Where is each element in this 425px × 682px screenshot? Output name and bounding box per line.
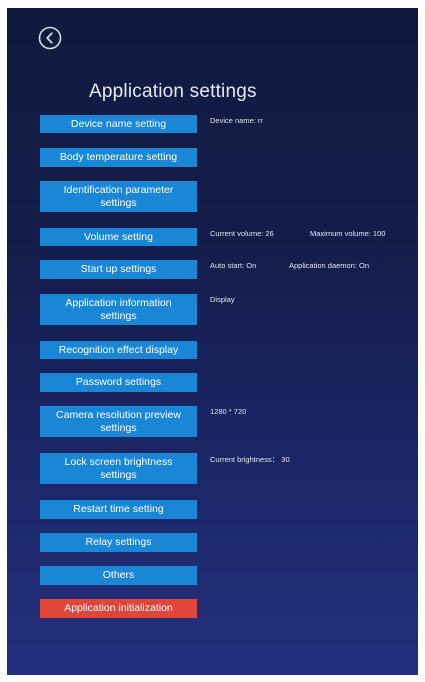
device-name-value: Device name: rr — [210, 116, 263, 125]
application-daemon-status: Application daemon: On — [289, 261, 370, 270]
start-up-settings-button[interactable]: Start up settings — [40, 260, 197, 279]
lock-screen-brightness-settings-button[interactable]: Lock screen brightness settings — [40, 453, 197, 484]
relay-settings-button[interactable]: Relay settings — [40, 533, 197, 552]
circle-chevron-left-icon — [38, 26, 62, 50]
device-name-setting-button[interactable]: Device name setting — [40, 115, 197, 133]
recognition-effect-display-button[interactable]: Recognition effect display — [40, 341, 197, 359]
settings-screen: Application settings Device name setting… — [7, 8, 418, 675]
page-title: Application settings — [89, 81, 257, 102]
body-temperature-setting-button[interactable]: Body temperature setting — [40, 148, 197, 167]
others-button[interactable]: Others — [40, 566, 197, 585]
identification-parameter-settings-button[interactable]: Identification parameter settings — [40, 181, 197, 212]
current-brightness-value: Current brightness： 30 — [210, 455, 290, 464]
application-information-settings-button[interactable]: Application information settings — [40, 294, 197, 325]
volume-setting-button[interactable]: Volume setting — [40, 228, 197, 246]
application-initialization-button[interactable]: Application initialization — [40, 599, 197, 618]
back-button[interactable] — [38, 26, 62, 50]
restart-time-setting-button[interactable]: Restart time setting — [40, 500, 197, 519]
auto-start-status: Auto start: On — [210, 261, 257, 270]
password-settings-button[interactable]: Password settings — [40, 373, 197, 392]
camera-resolution-preview-settings-button[interactable]: Camera resolution preview settings — [40, 406, 197, 437]
maximum-volume-value: Maximum volume: 100 — [310, 229, 386, 238]
application-information-value: Display — [210, 295, 235, 304]
current-volume-value: Current volume: 26 — [210, 229, 274, 238]
camera-resolution-value: 1280 * 720 — [210, 407, 247, 416]
